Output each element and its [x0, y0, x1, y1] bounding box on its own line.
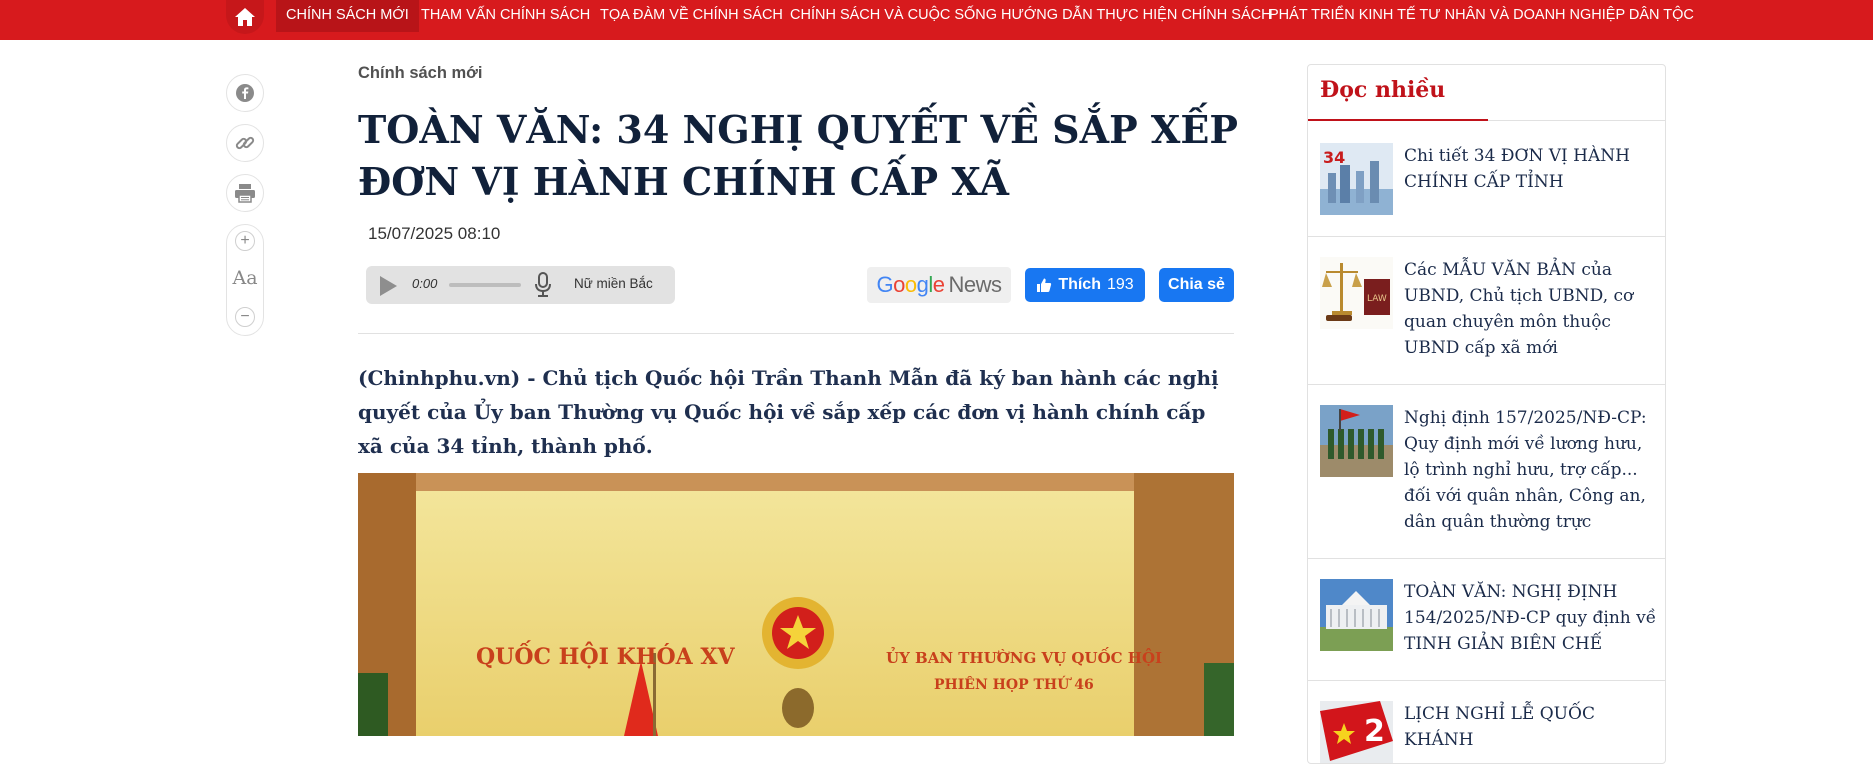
print-button[interactable] — [226, 174, 264, 212]
most-read-item-title[interactable]: Các MẪU VĂN BẢN của UBND, Chủ tịch UBND,… — [1404, 257, 1658, 361]
svg-text:LAW: LAW — [1367, 294, 1387, 304]
svg-text:2: 2 — [1364, 714, 1385, 749]
facebook-share-link[interactable]: Chia sẻ — [1159, 268, 1234, 302]
play-icon[interactable] — [378, 275, 398, 297]
voice-select[interactable]: Nữ miền Bắc — [574, 276, 653, 291]
most-read-thumbnail[interactable]: 34 — [1320, 143, 1393, 215]
most-read-thumbnail[interactable] — [1320, 579, 1393, 651]
nav-item-phat-trien-kinh-te[interactable]: PHÁT TRIỂN KINH TẾ TƯ NHÂN VÀ DOANH NGHI… — [1259, 0, 1704, 32]
font-size-label: Aa — [232, 267, 258, 289]
audio-time: 0:00 — [412, 276, 438, 291]
microphone-icon[interactable] — [534, 272, 552, 298]
nav-item-tham-van-chinh-sach[interactable]: THAM VẤN CHÍNH SÁCH — [411, 0, 600, 32]
most-read-item-title[interactable]: LỊCH NGHỈ LỄ QUỐC KHÁNH — [1404, 701, 1658, 753]
most-read-thumbnail[interactable]: 2 — [1320, 701, 1393, 763]
most-read-item[interactable]: Nghị định 157/2025/NĐ-CP: Quy định mới v… — [1308, 385, 1665, 559]
most-read-item-title[interactable]: Nghị định 157/2025/NĐ-CP: Quy định mới v… — [1404, 405, 1658, 535]
most-read-thumbnail[interactable] — [1320, 405, 1393, 477]
facebook-like-button[interactable]: Thích 193 — [1025, 268, 1145, 302]
copy-link-button[interactable] — [226, 124, 264, 162]
divider — [358, 333, 1234, 334]
photo-banner-right-2: PHIÊN HỌP THỨ 46 — [934, 675, 1094, 693]
article-lead: (Chinhphu.vn) - Chủ tịch Quốc hội Trần T… — [358, 366, 1219, 458]
audio-progress-track[interactable] — [449, 283, 521, 287]
facebook-share-button[interactable] — [226, 74, 264, 112]
most-read-header: Đọc nhiều — [1308, 65, 1665, 121]
home-button[interactable] — [226, 0, 264, 34]
font-size-controls: + Aa − — [226, 224, 264, 336]
most-read-item[interactable]: LAW Các MẪU VĂN BẢN của UBND, Chủ tịch U… — [1308, 237, 1665, 385]
font-increase-button[interactable]: + — [235, 231, 255, 251]
link-icon — [235, 136, 255, 150]
most-read-item-title[interactable]: TOÀN VĂN: NGHỊ ĐỊNH 154/2025/NĐ-CP quy đ… — [1404, 579, 1658, 657]
news-wordmark: News — [948, 272, 1003, 297]
most-read-title: Đọc nhiều — [1320, 77, 1446, 103]
nav-item-huong-dan-thuc-hien[interactable]: HƯỚNG DẪN THỰC HIỆN CHÍNH SÁCH — [991, 0, 1282, 32]
audio-player: 0:00 Nữ miền Bắc — [366, 266, 675, 304]
top-navigation: CHÍNH SÁCH MỚI THAM VẤN CHÍNH SÁCH TỌA Đ… — [0, 0, 1873, 40]
font-decrease-button[interactable]: − — [235, 307, 255, 327]
most-read-item-title[interactable]: Chi tiết 34 ĐƠN VỊ HÀNH CHÍNH CẤP TỈNH — [1404, 143, 1658, 195]
most-read-thumbnail[interactable]: LAW — [1320, 257, 1393, 329]
svg-text:34: 34 — [1323, 148, 1345, 167]
thumbs-up-icon — [1037, 278, 1052, 292]
breadcrumb[interactable]: Chính sách mới — [358, 64, 483, 83]
publish-date: 15/07/2025 08:10 — [368, 224, 501, 243]
home-icon — [235, 8, 255, 26]
google-news-button[interactable]: Google News — [867, 267, 1011, 303]
like-count: 193 — [1106, 276, 1134, 293]
article-photo: QUỐC HỘI KHÓA XV ỦY BAN THƯỜNG VỤ QUỐC H… — [358, 473, 1234, 736]
facebook-icon — [236, 84, 254, 102]
photo-banner-right-1: ỦY BAN THƯỜNG VỤ QUỐC HỘI — [886, 647, 1162, 667]
google-wordmark: Google — [876, 272, 945, 297]
most-read-sidebar: Đọc nhiều 34 Chi tiết 34 ĐƠN VỊ HÀNH CHÍ… — [1307, 64, 1666, 764]
most-read-item[interactable]: 2 LỊCH NGHỈ LỄ QUỐC KHÁNH — [1308, 681, 1665, 763]
article-title: TOÀN VĂN: 34 NGHỊ QUYẾT VỀ SẮP XẾP ĐƠN V… — [358, 107, 1238, 204]
like-label: Thích — [1058, 276, 1101, 293]
nav-item-toa-dam-ve-chinh-sach[interactable]: TỌA ĐÀM VỀ CHÍNH SÁCH — [590, 0, 793, 32]
print-icon — [235, 184, 255, 203]
photo-banner-left: QUỐC HỘI KHÓA XV — [476, 640, 735, 670]
nav-item-chinh-sach-moi[interactable]: CHÍNH SÁCH MỚI — [276, 0, 419, 32]
most-read-item[interactable]: TOÀN VĂN: NGHỊ ĐỊNH 154/2025/NĐ-CP quy đ… — [1308, 559, 1665, 681]
nav-item-chinh-sach-va-cuoc-song[interactable]: CHÍNH SÁCH VÀ CUỘC SỐNG — [780, 0, 1007, 32]
most-read-item[interactable]: 34 Chi tiết 34 ĐƠN VỊ HÀNH CHÍNH CẤP TỈN… — [1308, 121, 1665, 237]
